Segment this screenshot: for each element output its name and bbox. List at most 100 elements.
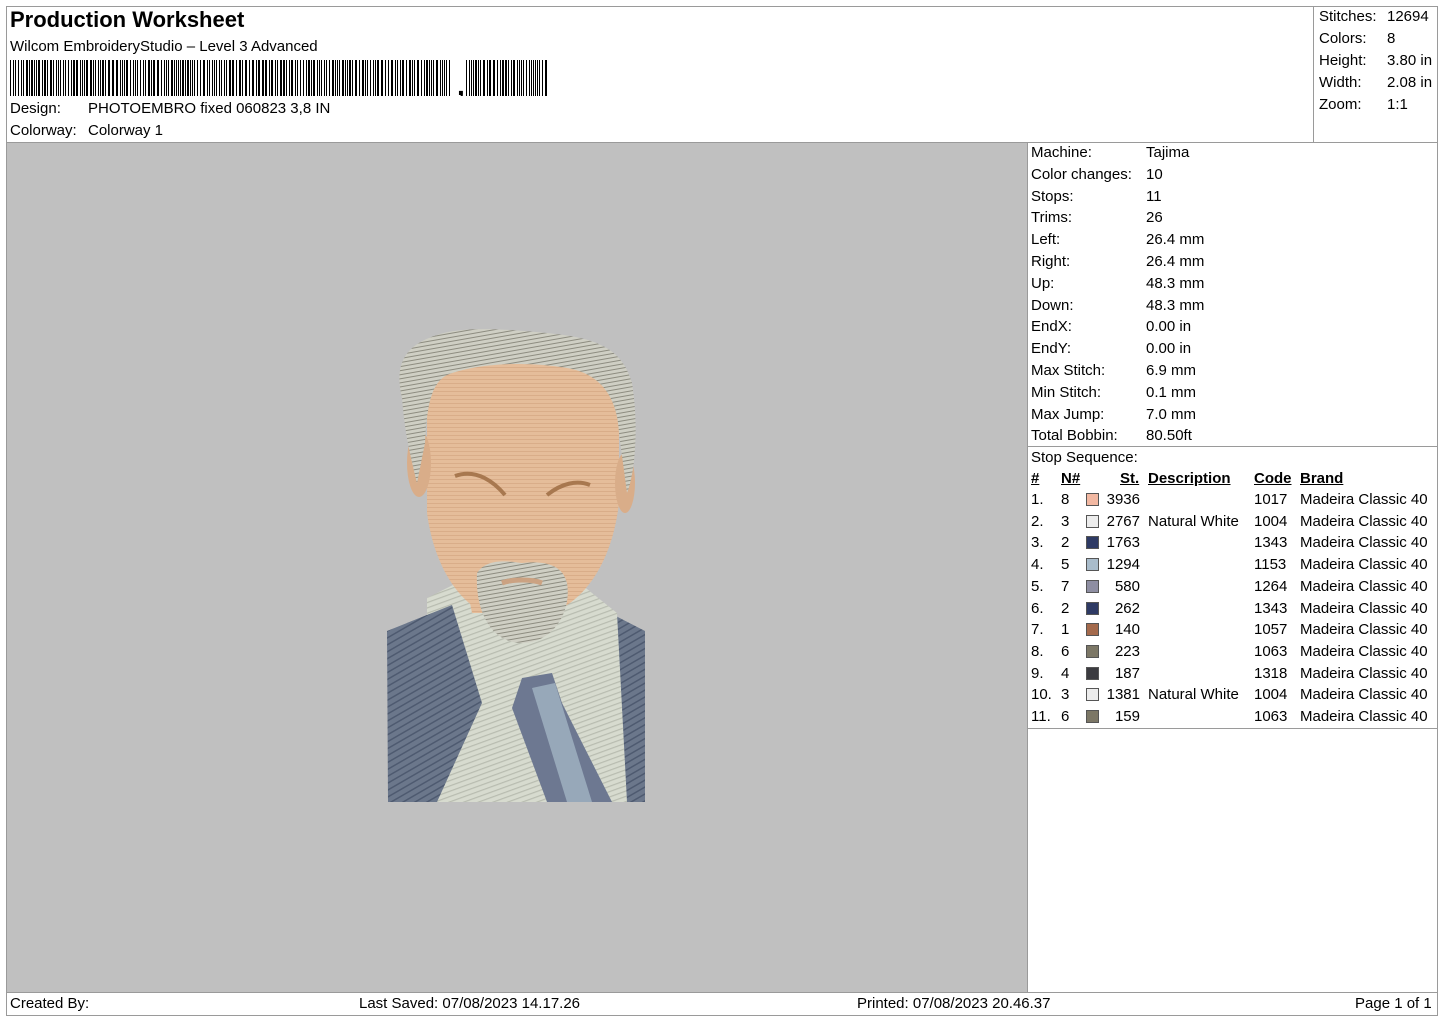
stop-idx: 10. [1031,686,1052,704]
stitches-label: Stitches: [1319,8,1377,25]
machine-label: Stops: [1031,187,1074,205]
stop-row: 5. 7 580 1264 Madeira Classic 40 [1031,578,1436,599]
stop-row: 6. 2 262 1343 Madeira Classic 40 [1031,600,1436,621]
machine-value: 26.4 mm [1146,231,1205,249]
stop-stitches: 187 [1114,664,1140,682]
stop-idx: 2. [1031,512,1044,530]
height-label: Height: [1319,52,1367,69]
thread-color-swatch [1086,493,1099,506]
stop-stitches: 262 [1114,599,1140,617]
col-stitches-header: St. [1120,470,1140,487]
machine-value: 26.4 mm [1146,253,1205,270]
stop-row: 7. 1 140 1057 Madeira Classic 40 [1031,621,1436,642]
stop-brand: Madeira Classic 40 [1300,599,1428,617]
width-value: 2.08 in [1387,74,1433,91]
machine-label: Machine: [1031,144,1092,161]
page-number: Page 1 of 1 [1355,995,1432,1012]
thread-color-swatch [1086,601,1099,615]
stop-brand: Madeira Classic 40 [1300,534,1428,552]
stop-sequence-title: Stop Sequence: [1031,449,1138,466]
colorway-value: Colorway 1 [88,122,164,139]
width-label: Width: [1319,74,1362,91]
stop-needle: 3 [1061,512,1070,530]
machine-value: 11 [1146,187,1162,205]
stop-stitches: 3936 [1106,491,1140,508]
stop-row: 2. 3 2767 Natural White 1004 Madeira Classic … [1031,513,1436,534]
stop-row: 1. 8 3936 1017 Madeira Classic 40 [1031,491,1436,512]
stop-brand: Madeira Classic 40 [1300,512,1428,530]
stop-needle: 5 [1061,556,1070,574]
stop-needle: 6 [1061,708,1070,725]
stop-code: 1063 [1254,708,1288,725]
stop-needle: 3 [1061,686,1070,704]
stop-row: 9. 4 187 1318 Madeira Classic 40 [1031,665,1436,686]
machine-label: Min Stitch: [1031,383,1102,401]
stop-stitches: 1381 [1106,686,1140,704]
stop-needle: 2 [1061,534,1070,552]
thread-color-swatch [1086,666,1099,680]
stop-row: 8. 6 223 1063 Madeira Classic 40 [1031,643,1436,664]
thread-color-swatch [1086,558,1099,572]
stop-stitches: 159 [1114,708,1140,725]
machine-value: 48.3 mm [1146,296,1205,314]
last-saved: Last Saved: 07/08/2023 14.17.26 [359,995,581,1012]
machine-value: 0.00 in [1146,318,1192,336]
stop-description: Natural White [1148,686,1239,704]
stop-stitches: 580 [1114,577,1140,595]
stop-code: 1318 [1254,664,1288,682]
stop-needle: 1 [1061,621,1070,639]
zoom-value: 1:1 [1387,96,1408,113]
stop-needle: 6 [1061,642,1070,660]
panel-divider [1027,143,1028,992]
machine-value: 0.00 in [1146,340,1192,358]
thread-color-swatch [1086,579,1099,593]
machine-label: Trims: [1031,209,1073,227]
col-needle-header: N# [1061,470,1081,487]
software-name: Wilcom EmbroideryStudio – Level 3 Advanc… [10,38,318,55]
thread-color-swatch [1086,688,1099,702]
stop-row: 10. 3 1381 Natural White 1004 Madeira Classic… [1031,686,1436,707]
stop-code: 1153 [1254,556,1287,574]
stop-stitches: 140 [1114,621,1140,639]
stop-idx: 9. [1031,664,1044,682]
stop-needle: 8 [1061,491,1070,508]
stop-code: 1343 [1254,534,1288,552]
zoom-label: Zoom: [1319,96,1362,113]
machine-label: Right: [1031,253,1071,270]
col-brand-header: Brand [1300,470,1344,487]
stop-row: 11. 6 159 1063 Madeira Classic 40 [1031,708,1436,729]
stop-code: 1264 [1254,577,1288,595]
machine-label: EndX: [1031,318,1072,336]
stop-brand: Madeira Classic 40 [1300,642,1428,660]
header-divider [1313,6,1314,143]
height-value: 3.80 in [1387,52,1433,69]
machine-value: Tajima [1146,144,1190,161]
thread-color-swatch [1086,644,1099,658]
footer-rule [6,992,1438,993]
stop-brand: Madeira Classic 40 [1300,621,1428,639]
stop-code: 1004 [1254,512,1288,530]
stop-brand: Madeira Classic 40 [1300,577,1428,595]
machine-value: 7.0 mm [1146,405,1197,423]
design-value: PHOTOEMBRO fixed 060823 3,8 IN [88,100,331,117]
machine-label: Total Bobbin: [1031,427,1118,445]
stop-brand: Madeira Classic 40 [1300,556,1428,574]
stop-needle: 7 [1061,577,1070,595]
col-index-header: # [1031,470,1040,487]
stop-idx: 6. [1031,599,1044,617]
col-code-header: Code [1254,470,1292,487]
colorway-label: Colorway: [10,122,77,139]
stop-brand: Madeira Classic 40 [1300,491,1428,508]
thread-color-swatch [1086,536,1099,550]
stop-row: 3. 2 1763 1343 Madeira Classic 40 [1031,534,1436,555]
machine-value: 0.1 mm [1146,383,1197,401]
colors-label: Colors: [1319,30,1367,47]
stop-stitches: 1763 [1106,534,1140,552]
design-label: Design: [10,100,61,117]
machine-label: Max Stitch: [1031,362,1106,379]
barcode: , [10,60,547,96]
stop-brand: Madeira Classic 40 [1300,686,1428,704]
machine-label: Left: [1031,231,1061,249]
machine-value: 10 [1146,165,1163,183]
stop-stitches: 1294 [1106,556,1140,574]
